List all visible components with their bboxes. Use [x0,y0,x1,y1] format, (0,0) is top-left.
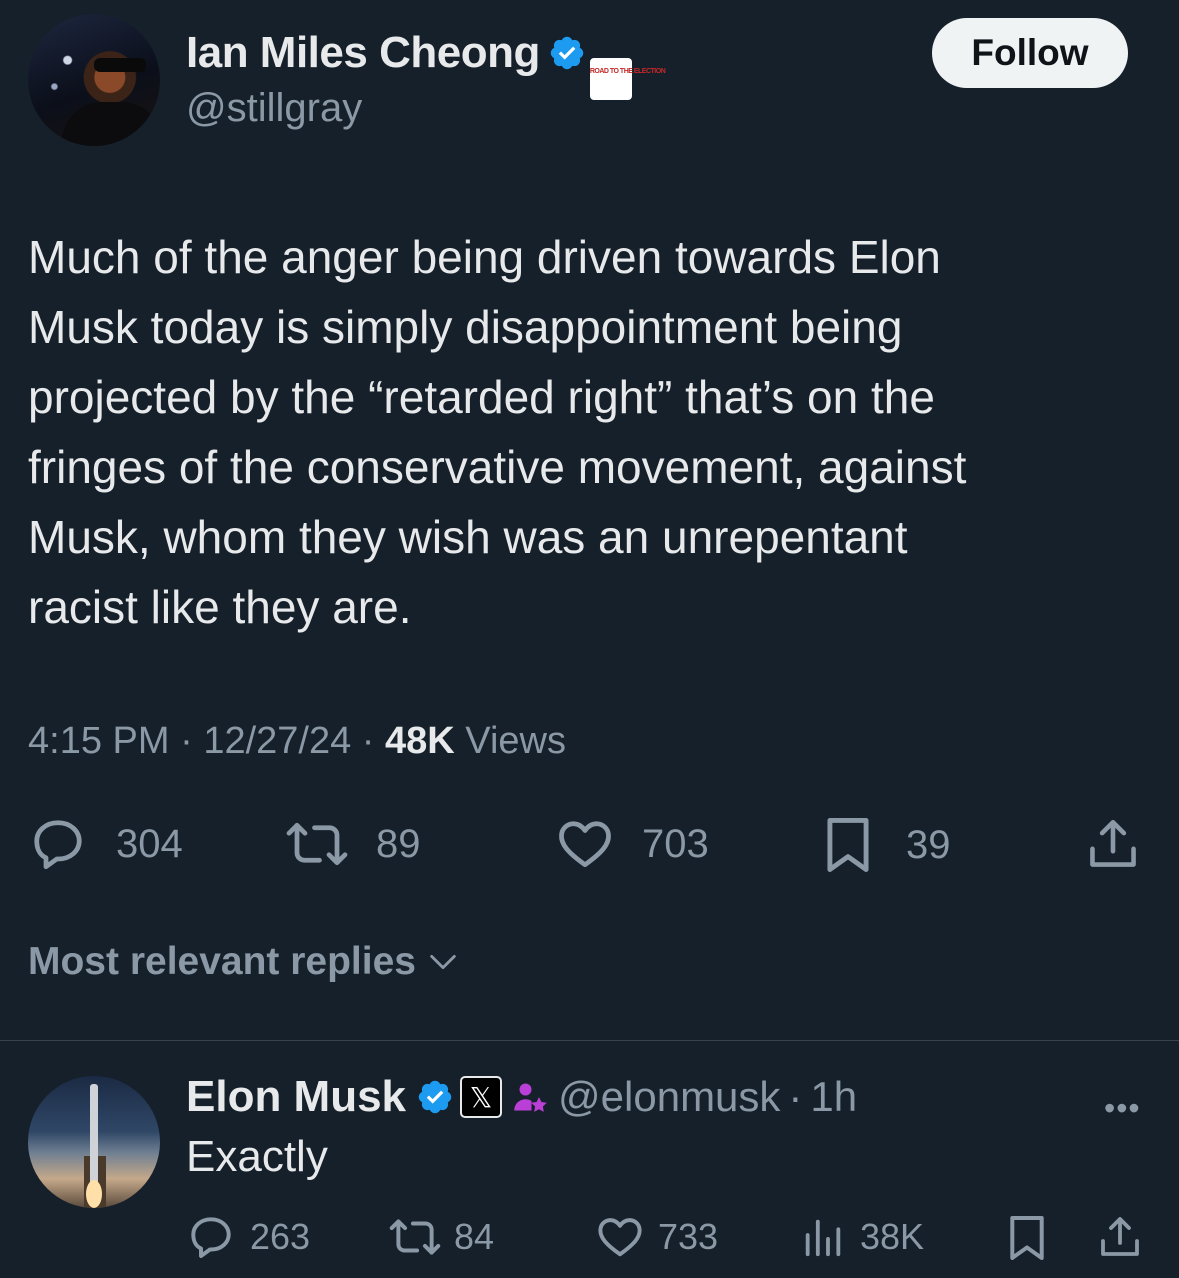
reply-repost-action[interactable]: 84 [388,1212,494,1262]
like-action[interactable]: 703 [554,814,709,874]
reply-like-count: 733 [658,1216,719,1257]
more-options-icon[interactable]: ••• [1104,1090,1141,1127]
heart-icon [559,821,611,868]
avatar-flame [86,1180,102,1208]
reply-share-action[interactable] [1096,1212,1144,1262]
reply-count: 304 [116,821,183,866]
avatar-sunglasses [94,58,146,72]
affiliation-badge-text: ROAD TO THE ELECTION [589,68,666,75]
follow-button[interactable]: Follow [932,18,1128,88]
bookmark-action[interactable]: 39 [822,814,951,876]
reply-author-handle[interactable]: @elonmusk [558,1073,780,1121]
reply-bookmark-action[interactable] [1006,1212,1048,1264]
chevron-down-icon [430,954,456,970]
reply-author-avatar[interactable] [28,1076,160,1208]
share-icon [1101,1217,1139,1256]
author-avatar[interactable] [28,14,160,146]
tweet-date[interactable]: 12/27/24 [203,720,351,762]
meta-separator: · [361,720,375,762]
reply-author-name[interactable]: Elon Musk [186,1072,406,1122]
reply-views-action[interactable]: 38K [800,1212,924,1262]
community-member-icon [514,1083,547,1112]
avatar-figure [62,102,160,146]
tweet-time[interactable]: 4:15 PM [28,720,170,762]
reply-icon [34,820,82,870]
verified-badge-icon [550,36,584,70]
repost-count: 89 [376,821,421,866]
bookmark-icon [827,818,869,872]
author-name[interactable]: Ian Miles Cheong [186,28,540,77]
bookmark-count: 39 [906,822,951,867]
bookmark-icon [1010,1216,1044,1260]
reply-action[interactable]: 304 [28,814,183,874]
repost-icon [286,822,348,866]
repost-icon [389,1219,441,1255]
reply-reply-action[interactable]: 263 [186,1212,310,1262]
author-handle[interactable]: @stillgray [186,86,362,131]
share-action[interactable] [1084,814,1142,874]
reply-icon [191,1217,231,1258]
reply-like-action[interactable]: 733 [594,1212,718,1262]
reply-repost-count: 84 [454,1216,495,1257]
affiliation-badge-icon: ROAD TO THE ELECTION [589,58,666,100]
views-analytics-icon [805,1219,841,1257]
verified-badge-icon [418,1080,452,1114]
tweet-meta: 4:15 PM · 12/27/24 · 48K Views [28,720,566,763]
sort-label: Most relevant replies [28,940,416,983]
views-label: Views [465,720,566,762]
reply-header: Elon Musk 𝕏 @elonmusk · 1h [186,1072,857,1122]
meta-separator: · [788,1073,803,1120]
like-count: 703 [642,821,709,866]
views-count: 48K [385,720,455,762]
avatar-rocket [90,1084,98,1184]
x-affiliation-icon: 𝕏 [460,1076,503,1118]
repost-action[interactable]: 89 [284,814,421,874]
reply-time[interactable]: 1h [810,1073,857,1121]
share-icon [1090,819,1136,867]
reply-reply-count: 263 [250,1216,311,1257]
divider [0,1040,1179,1041]
replies-sort-selector[interactable]: Most relevant replies [28,940,460,984]
reply-text: Exactly [186,1132,328,1181]
meta-separator: · [180,720,193,762]
reply-views-count: 38K [860,1216,925,1257]
heart-icon [598,1218,642,1257]
tweet-text: Much of the anger being driven towards E… [28,231,967,633]
